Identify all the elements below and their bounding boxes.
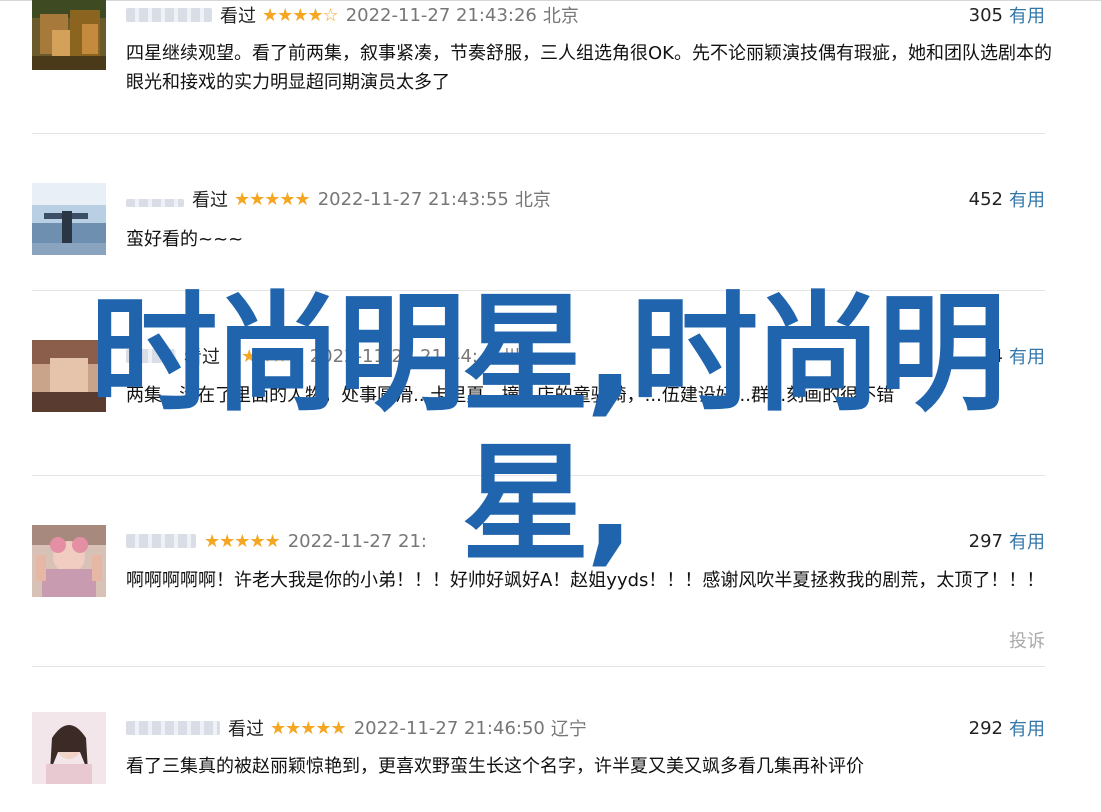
divider xyxy=(32,475,1045,476)
useful-button[interactable]: 有用 xyxy=(1009,186,1045,212)
rating-stars: ★★★★★ xyxy=(270,717,347,739)
vote-count: 4 xyxy=(991,345,1003,367)
vote-area: 452 有用 xyxy=(968,186,1045,212)
rating-stars: ★★★★★ xyxy=(234,188,311,210)
useful-button[interactable]: 有用 xyxy=(1009,528,1045,554)
avatar[interactable] xyxy=(32,340,106,412)
vote-area: 4 有用 xyxy=(991,343,1045,369)
timestamp: 2022-11-27 21:46:50 xyxy=(353,717,545,739)
watch-status: 看过 xyxy=(192,190,228,211)
vote-count: 452 xyxy=(968,188,1003,210)
comment-meta: ★★★★★ 2022-11-27 21: xyxy=(126,529,433,553)
vote-area: 297 有用 xyxy=(968,528,1045,554)
vote-count: 305 xyxy=(968,4,1003,26)
location: 辽宁 xyxy=(550,719,587,740)
rating-stars: ★★★★★ xyxy=(204,530,281,552)
watch-status: 看过 xyxy=(228,719,264,740)
comment-text: 四星继续观望。看了前两集，叙事紧凑，节奏舒服，三人组选角很OK。先不论丽颖演技偶… xyxy=(126,43,1052,93)
comment-meta: 看过 ★★★★☆ 2022-11-27 21:44: 贵州 xyxy=(126,344,520,368)
comment-meta: 看过 ★★★★★ 2022-11-27 21:43:55 北京 xyxy=(126,187,551,211)
watch-status: 看过 xyxy=(220,6,256,27)
watch-status: 看过 xyxy=(184,347,220,368)
comment-text: 两集...活在了里面的人物，处事圆滑...卡里夏...撞...店的童骑骑，...… xyxy=(126,385,895,406)
timestamp: 2022-11-27 21:43:26 xyxy=(345,4,537,26)
useful-button[interactable]: 有用 xyxy=(1009,2,1045,28)
avatar[interactable] xyxy=(32,183,106,255)
top-border xyxy=(0,0,1101,1)
avatar[interactable] xyxy=(32,712,106,784)
username[interactable] xyxy=(126,349,176,363)
divider xyxy=(32,133,1045,134)
location: 北京 xyxy=(514,190,551,211)
username[interactable] xyxy=(126,534,196,548)
avatar[interactable] xyxy=(32,525,106,597)
rating-stars: ★★★★☆ xyxy=(226,345,303,367)
location: 北京 xyxy=(542,6,579,27)
timestamp: 2022-11-27 21:43:55 xyxy=(317,188,509,210)
useful-button[interactable]: 有用 xyxy=(1009,343,1045,369)
vote-area: 292 有用 xyxy=(968,715,1045,741)
comment-meta: 看过 ★★★★☆ 2022-11-27 21:43:26 北京 xyxy=(126,3,579,27)
useful-button[interactable]: 有用 xyxy=(1009,715,1045,741)
timestamp: 2022-11-27 21: xyxy=(287,530,427,552)
divider xyxy=(32,290,1045,291)
vote-area: 305 有用 xyxy=(968,2,1045,28)
comment-text: 看了三集真的被赵丽颖惊艳到，更喜欢野蛮生长这个名字，许半夏又美又飒多看几集再补评… xyxy=(126,756,864,777)
vote-count: 297 xyxy=(968,530,1003,552)
username[interactable] xyxy=(126,8,212,22)
location: 贵州 xyxy=(483,347,520,368)
comment-meta: 看过 ★★★★★ 2022-11-27 21:46:50 辽宁 xyxy=(126,716,587,740)
comment-text: 啊啊啊啊啊！许老大我是你的小弟！！！好帅好飒好A！赵姐yyds！！！感谢风吹半夏… xyxy=(126,570,1045,591)
timestamp: 2022-11-27 21:44: xyxy=(309,345,478,367)
vote-count: 292 xyxy=(968,717,1003,739)
comment-text: 蛮好看的~~~ xyxy=(126,229,244,250)
report-button[interactable]: 投诉 xyxy=(1009,627,1045,653)
rating-stars: ★★★★☆ xyxy=(262,4,339,26)
divider xyxy=(32,666,1045,667)
avatar[interactable] xyxy=(32,0,106,70)
username[interactable] xyxy=(126,199,184,207)
username[interactable] xyxy=(126,721,220,735)
